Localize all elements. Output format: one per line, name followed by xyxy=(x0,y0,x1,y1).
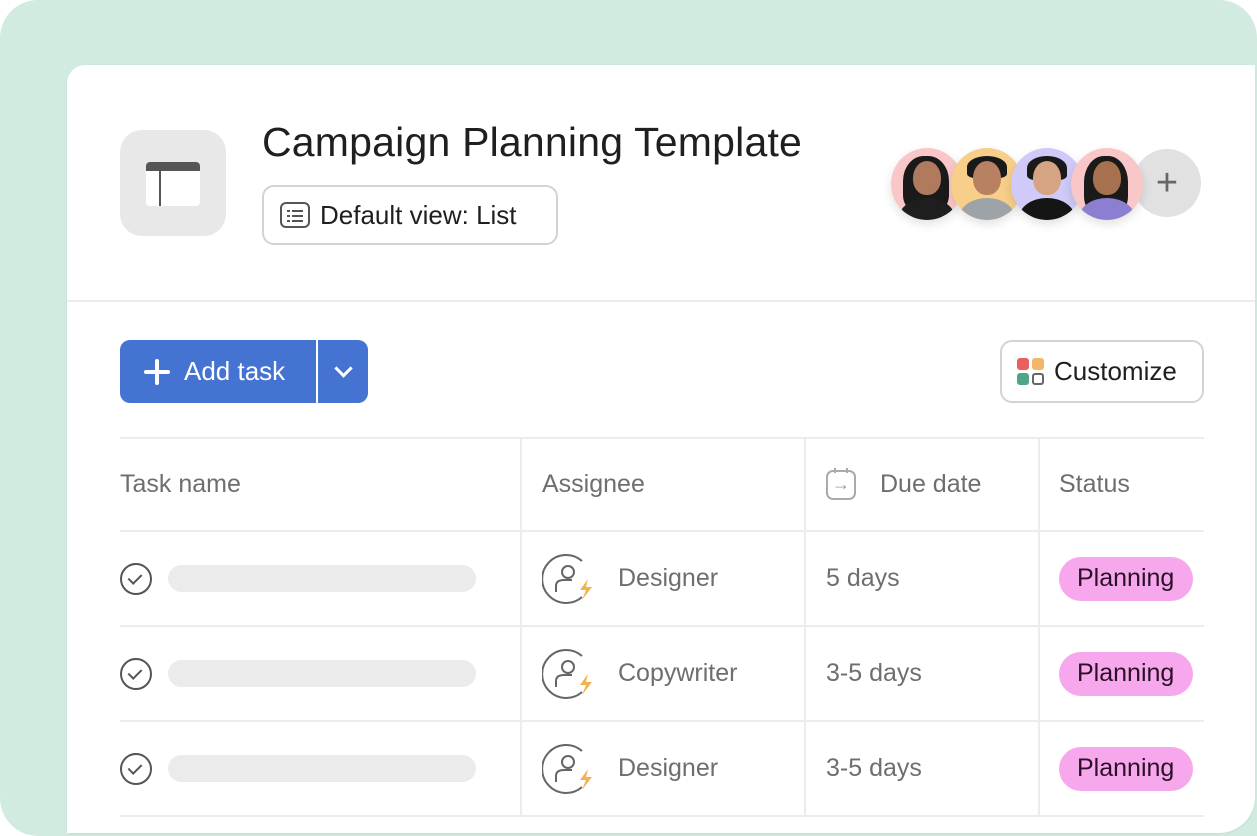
status-badge[interactable]: Planning xyxy=(1059,746,1194,791)
status-badge[interactable]: Planning xyxy=(1059,556,1194,601)
add-task-button[interactable]: Add task xyxy=(120,340,316,403)
add-member-button[interactable]: + xyxy=(1133,149,1201,217)
task-name-placeholder xyxy=(168,565,476,592)
task-name-placeholder xyxy=(168,755,476,782)
complete-checkbox-icon[interactable] xyxy=(120,657,152,690)
role-assignee-icon xyxy=(542,648,592,699)
task-name-placeholder xyxy=(168,660,476,687)
default-view-button[interactable]: Default view: List xyxy=(262,185,558,245)
assignee-name: Designer xyxy=(618,754,719,782)
column-header-task-name[interactable]: Task name xyxy=(120,439,522,530)
add-task-dropdown-button[interactable] xyxy=(318,340,368,403)
customize-label: Customize xyxy=(1054,356,1177,386)
column-header-status[interactable]: Status xyxy=(1040,439,1204,530)
customize-grid-icon xyxy=(1017,357,1045,386)
table-row[interactable]: Designer 3-5 days Planning xyxy=(120,722,1204,817)
assignee-name: Designer xyxy=(618,564,719,592)
column-header-assignee[interactable]: Assignee xyxy=(522,439,806,530)
default-view-label: Default view: List xyxy=(320,199,517,230)
task-table: Task name Assignee → Due date Status Des… xyxy=(120,437,1204,817)
complete-checkbox-icon[interactable] xyxy=(120,752,152,785)
column-header-due-date[interactable]: → Due date xyxy=(806,439,1040,530)
table-row[interactable]: Designer 5 days Planning xyxy=(120,532,1204,627)
assignee-name: Copywriter xyxy=(618,659,738,687)
due-date-value: 3-5 days xyxy=(826,659,922,687)
due-date-value: 3-5 days xyxy=(826,754,922,782)
chevron-down-icon xyxy=(333,359,353,378)
table-row[interactable]: Copywriter 3-5 days Planning xyxy=(120,627,1204,722)
list-icon xyxy=(280,202,310,228)
avatar[interactable] xyxy=(1071,148,1143,220)
plus-icon xyxy=(144,358,170,385)
calendar-arrow-icon: → xyxy=(826,467,856,500)
table-header-row: Task name Assignee → Due date Status xyxy=(120,437,1204,532)
add-task-button-group: Add task xyxy=(120,340,368,403)
role-assignee-icon xyxy=(542,743,592,794)
project-card: Campaign Planning Template Default view:… xyxy=(67,65,1255,833)
customize-button[interactable]: Customize xyxy=(1000,340,1204,403)
member-avatars: + xyxy=(891,148,1201,220)
status-badge[interactable]: Planning xyxy=(1059,651,1194,696)
header-divider xyxy=(67,300,1255,302)
project-window-icon xyxy=(120,130,226,236)
due-date-value: 5 days xyxy=(826,564,900,592)
role-assignee-icon xyxy=(542,553,592,604)
add-task-label: Add task xyxy=(184,356,286,386)
page-title: Campaign Planning Template xyxy=(262,119,803,165)
complete-checkbox-icon[interactable] xyxy=(120,562,152,595)
